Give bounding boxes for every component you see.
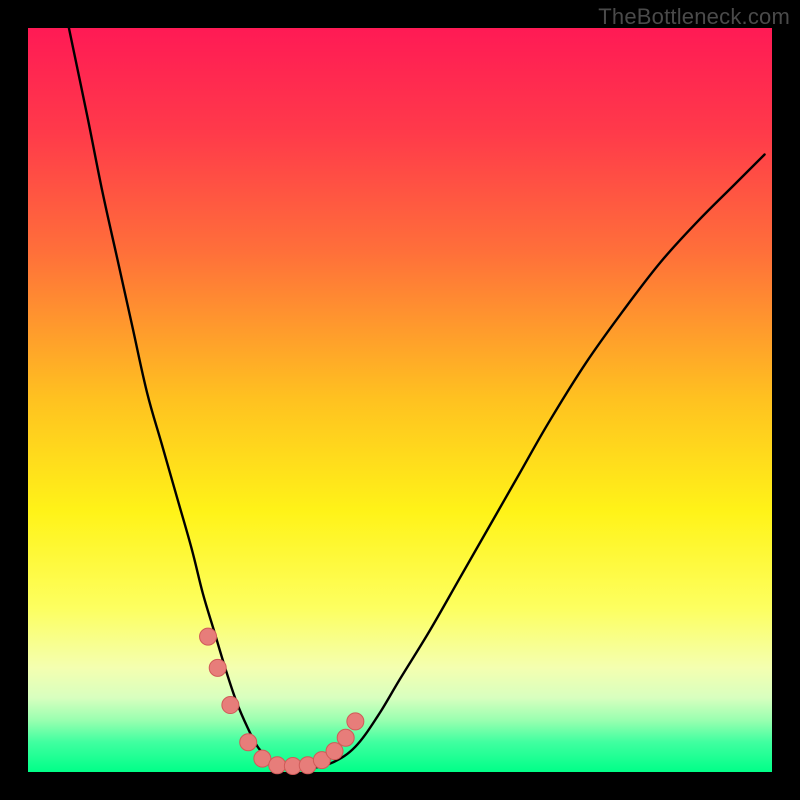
bottleneck-curve [69, 28, 765, 769]
marker-point [326, 743, 343, 760]
marker-point [209, 659, 226, 676]
marker-point [337, 729, 354, 746]
watermark-text: TheBottleneck.com [598, 4, 790, 30]
marker-group [200, 628, 364, 774]
marker-point [347, 713, 364, 730]
chart-frame: TheBottleneck.com [0, 0, 800, 800]
plot-area [28, 28, 772, 772]
marker-point [240, 734, 257, 751]
curve-svg [28, 28, 772, 772]
marker-point [200, 628, 217, 645]
marker-point [222, 697, 239, 714]
marker-point [269, 757, 286, 774]
